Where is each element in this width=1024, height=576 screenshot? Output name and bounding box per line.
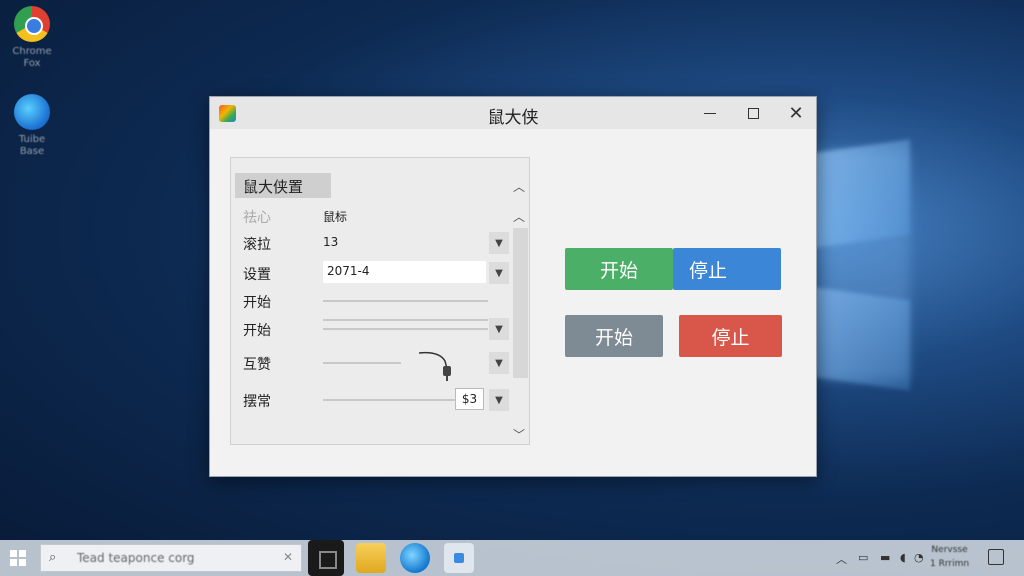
chevron-up-icon[interactable]: ︿: [836, 551, 847, 567]
chevron-down-icon[interactable]: ﹀: [513, 426, 525, 443]
caret-down-icon: ▼: [495, 237, 503, 249]
stop-button[interactable]: 停止: [673, 248, 781, 290]
volume-icon[interactable]: ◖: [900, 551, 906, 564]
wifi-icon[interactable]: ◔: [914, 551, 924, 564]
settings-row: 互赞 ▼: [243, 351, 511, 381]
slider-track[interactable]: [323, 399, 455, 401]
setting-label: 开始: [243, 295, 271, 311]
settings-panel-header: 鼠大侠置: [235, 173, 331, 198]
settings-row: 开始: [243, 289, 511, 313]
file-explorer-icon[interactable]: [356, 543, 386, 573]
setting-label: 开始: [243, 323, 271, 339]
app-window: 鼠大侠 ✕ 鼠大侠置 ︿ ︿ ﹀ 祛心 鼠标 滚拉 13 ▼ 设置 2071-4…: [209, 96, 817, 477]
slider-track[interactable]: [323, 319, 488, 321]
caret-down-icon: ▼: [495, 267, 503, 279]
start-button[interactable]: 开始: [565, 248, 673, 290]
task-view-icon[interactable]: [308, 540, 344, 576]
taskbar: ⌕ Tead teaponce corg ✕ ︿ ▭ ▬ ◖ ◔ Nervsse…: [0, 540, 1024, 576]
window-title: 鼠大侠: [487, 108, 539, 128]
taskbar-search[interactable]: ⌕ Tead teaponce corg ✕: [40, 544, 302, 572]
desktop-shortcut-label: Tuibe Base: [18, 134, 46, 157]
setting-label: 滚拉: [243, 237, 271, 253]
scroll-value[interactable]: 13: [323, 235, 338, 249]
close-icon: ✕: [788, 102, 804, 124]
setting-label: 互赞: [243, 357, 271, 373]
caret-down-icon: ▼: [495, 357, 503, 369]
desktop-shortcut-label: Chrome Fox: [12, 46, 52, 69]
browser-icon[interactable]: [400, 543, 430, 573]
start-button-secondary[interactable]: 开始: [565, 315, 663, 357]
vertical-scrollbar[interactable]: [513, 228, 528, 378]
dropdown-button[interactable]: ▼: [489, 232, 509, 254]
notification-icon[interactable]: [988, 549, 1004, 565]
settings-row: 滚拉 13 ▼: [243, 231, 511, 255]
dropdown-button[interactable]: ▼: [489, 262, 509, 284]
search-input[interactable]: Tead teaponce corg: [77, 551, 195, 565]
caret-down-icon: ▼: [495, 394, 503, 406]
minimize-icon: [704, 112, 716, 114]
close-icon[interactable]: ✕: [283, 550, 293, 564]
desktop-shortcut-edge[interactable]: Tuibe Base: [4, 94, 60, 158]
setting-label: 祛心: [243, 210, 271, 226]
settings-row: 开始 ▼: [243, 317, 511, 341]
setting-value: 鼠标: [323, 210, 348, 224]
minimize-button[interactable]: [696, 101, 724, 125]
slider-track[interactable]: [323, 362, 401, 364]
slider-track[interactable]: [323, 300, 488, 302]
cable-icon: [419, 351, 451, 381]
setting-label: 设置: [243, 267, 271, 283]
edge-icon: [14, 94, 50, 130]
chevron-up-icon[interactable]: ︿: [513, 178, 525, 195]
title-bar[interactable]: 鼠大侠 ✕: [210, 97, 816, 129]
caret-down-icon: ▼: [495, 323, 503, 335]
desktop-shortcut-chrome[interactable]: Chrome Fox: [4, 6, 60, 70]
chrome-icon: [14, 6, 50, 42]
chevron-up-icon[interactable]: ︿: [513, 208, 525, 225]
maximize-button[interactable]: [739, 101, 767, 125]
settings-row: 祛心 鼠标: [243, 204, 511, 228]
windows-start-icon[interactable]: [10, 550, 26, 566]
close-button[interactable]: ✕: [782, 101, 810, 125]
desktop-light: [820, 150, 910, 380]
slider-track[interactable]: [323, 328, 488, 330]
setting-label: 摆常: [243, 394, 271, 410]
settings-row: 设置 2071-4 ▼: [243, 261, 511, 285]
settings-panel: 鼠大侠置 ︿ ︿ ﹀ 祛心 鼠标 滚拉 13 ▼ 设置 2071-4 ▼ 开始 …: [230, 157, 530, 445]
dropdown-button[interactable]: ▼: [489, 318, 509, 340]
dropdown-button[interactable]: ▼: [489, 389, 509, 411]
battery-icon[interactable]: ▬: [880, 551, 890, 564]
stop-button-secondary[interactable]: 停止: [679, 315, 782, 357]
network-icon[interactable]: ▭: [858, 551, 868, 564]
settings-row: 摆常 $3 ▼: [243, 388, 511, 412]
store-icon[interactable]: [444, 543, 474, 573]
number-input[interactable]: $3: [455, 388, 484, 410]
clock[interactable]: Nervsse 1 Rrrimn: [930, 543, 969, 571]
dropdown-button[interactable]: ▼: [489, 352, 509, 374]
setting-input[interactable]: 2071-4: [323, 261, 486, 283]
maximize-icon: [747, 107, 759, 119]
search-icon: ⌕: [49, 550, 57, 565]
